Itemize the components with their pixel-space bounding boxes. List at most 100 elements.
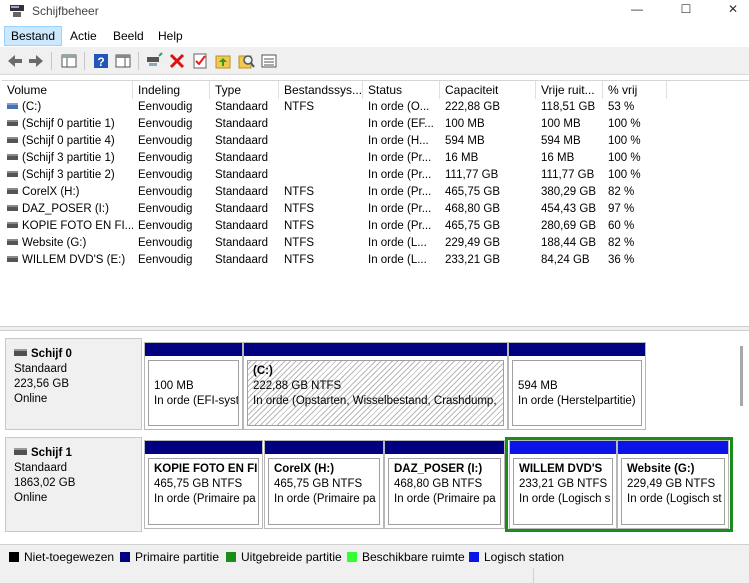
partition-body: DAZ_POSER (I:) 468,80 GB NTFS In orde (P… bbox=[388, 458, 501, 525]
table-cell: Eenvoudig bbox=[138, 118, 193, 130]
table-cell: 100 % bbox=[608, 169, 641, 181]
connect-icon[interactable] bbox=[145, 52, 163, 70]
partition-size: 229,49 GB NTFS bbox=[627, 478, 716, 490]
legend-item-primary: Primaire partitie bbox=[120, 550, 219, 564]
volume-icon bbox=[7, 136, 18, 143]
column-header-vrije-ruimte[interactable]: Vrije ruit... bbox=[536, 81, 603, 99]
table-cell: 100 MB bbox=[541, 118, 581, 130]
console-tree-icon[interactable] bbox=[60, 52, 78, 70]
primary-partition-bar bbox=[145, 343, 242, 356]
table-cell: 594 MB bbox=[541, 135, 581, 147]
volume-list[interactable]: Volume Indeling Type Bestandssys... Stat… bbox=[2, 80, 749, 324]
table-cell: 111,77 GB bbox=[445, 169, 499, 181]
menu-help[interactable]: Help bbox=[152, 26, 189, 46]
column-header-capaciteit[interactable]: Capaciteit bbox=[440, 81, 536, 99]
table-cell: In orde (L... bbox=[368, 254, 427, 266]
vertical-scrollbar[interactable] bbox=[740, 346, 743, 406]
table-cell: 229,49 GB bbox=[445, 237, 500, 249]
toolbar-separator bbox=[51, 52, 52, 70]
table-cell: 454,43 GB bbox=[541, 203, 596, 215]
table-cell: Eenvoudig bbox=[138, 220, 193, 232]
table-cell: CorelX (H:) bbox=[2, 184, 133, 201]
menu-bestand[interactable]: Bestand bbox=[4, 26, 63, 46]
table-cell: 118,51 GB bbox=[541, 101, 596, 113]
column-header-procent-vrij[interactable]: % vrij bbox=[603, 81, 667, 99]
partition-c[interactable]: (C:) 222,88 GB NTFS In orde (Opstarten, … bbox=[243, 342, 508, 430]
table-row[interactable]: (Schijf 3 partitie 2) Eenvoudig Standaard I… bbox=[2, 167, 749, 184]
properties-icon[interactable] bbox=[191, 52, 209, 70]
disk-size: 223,56 GB bbox=[14, 378, 69, 390]
primary-partition-bar bbox=[145, 441, 262, 454]
column-header-type[interactable]: Type bbox=[210, 81, 279, 99]
disk-management-icon bbox=[10, 5, 24, 17]
partition-daz-poser[interactable]: DAZ_POSER (I:) 468,80 GB NTFS In orde (P… bbox=[384, 440, 505, 529]
column-header-indeling[interactable]: Indeling bbox=[133, 81, 210, 99]
table-cell: 465,75 GB bbox=[445, 186, 500, 198]
table-cell: 60 % bbox=[608, 220, 635, 232]
partition-corelx[interactable]: CorelX (H:) 465,75 GB NTFS In orde (Prim… bbox=[264, 440, 384, 529]
list-icon[interactable] bbox=[260, 52, 278, 70]
volume-icon bbox=[7, 221, 18, 228]
folder-up-icon[interactable] bbox=[214, 52, 232, 70]
column-header-volume[interactable]: Volume bbox=[2, 81, 133, 99]
table-cell: (C:) bbox=[2, 99, 133, 116]
table-cell: Standaard bbox=[215, 152, 269, 164]
table-row[interactable]: Website (G:) Eenvoudig Standaard NTFS In ord… bbox=[2, 235, 749, 252]
column-header-status[interactable]: Status bbox=[363, 81, 440, 99]
table-row[interactable]: KOPIE FOTO EN FI... Eenvoudig Standaard NTF… bbox=[2, 218, 749, 235]
disk-size: 1863,02 GB bbox=[14, 477, 76, 489]
disk-1-label[interactable]: Schijf 1 Standaard 1863,02 GB Online bbox=[5, 437, 142, 532]
table-cell: 468,80 GB bbox=[445, 203, 500, 215]
table-cell: Eenvoudig bbox=[138, 152, 193, 164]
table-row[interactable]: CorelX (H:) Eenvoudig Standaard NTFS In orde… bbox=[2, 184, 749, 201]
partition-website[interactable]: Website (G:) 229,49 GB NTFS In orde (Log… bbox=[617, 440, 729, 529]
partition-name: KOPIE FOTO EN FIL bbox=[154, 463, 259, 475]
delete-icon[interactable] bbox=[168, 52, 186, 70]
table-cell: Standaard bbox=[215, 135, 269, 147]
menu-bar: Bestand Actie Beeld Help bbox=[0, 25, 749, 46]
disk-0-label[interactable]: Schijf 0 Standaard 223,56 GB Online bbox=[5, 338, 142, 430]
disk-state: Online bbox=[14, 492, 48, 504]
table-row[interactable]: (Schijf 3 partitie 1) Eenvoudig Standaard I… bbox=[2, 150, 749, 167]
minimize-button[interactable]: — bbox=[622, 2, 652, 20]
search-icon[interactable] bbox=[237, 52, 255, 70]
help-icon[interactable]: ? bbox=[92, 52, 110, 70]
table-cell bbox=[279, 150, 363, 167]
table-cell: 100 % bbox=[608, 118, 641, 130]
table-cell: Standaard bbox=[215, 237, 269, 249]
table-cell: (Schijf 3 partitie 1) bbox=[2, 150, 133, 167]
partition-kopie-foto[interactable]: KOPIE FOTO EN FIL 465,75 GB NTFS In orde… bbox=[144, 440, 263, 529]
table-cell: 100 % bbox=[608, 135, 641, 147]
partition-willem-dvds[interactable]: WILLEM DVD'S 233,21 GB NTFS In orde (Log… bbox=[509, 440, 617, 529]
column-header-bestandssysteem[interactable]: Bestandssys... bbox=[279, 81, 363, 99]
show-pane-icon[interactable] bbox=[114, 52, 132, 70]
table-cell: WILLEM DVD'S (E:) bbox=[2, 252, 133, 269]
table-cell: 594 MB bbox=[445, 135, 485, 147]
partition-body: (C:) 222,88 GB NTFS In orde (Opstarten, … bbox=[247, 360, 504, 426]
primary-partition-bar bbox=[509, 343, 645, 356]
close-button[interactable]: ✕ bbox=[718, 2, 748, 20]
table-row[interactable]: (Schijf 0 partitie 4) Eenvoudig Standaard I… bbox=[2, 133, 749, 150]
table-row[interactable]: (Schijf 0 partitie 1) Eenvoudig Standaard I… bbox=[2, 116, 749, 133]
back-icon[interactable] bbox=[6, 52, 24, 70]
maximize-button[interactable]: ☐ bbox=[671, 2, 701, 20]
toolbar-separator bbox=[138, 52, 139, 70]
partition-body: KOPIE FOTO EN FIL 465,75 GB NTFS In orde… bbox=[148, 458, 259, 525]
partition-body: WILLEM DVD'S 233,21 GB NTFS In orde (Log… bbox=[513, 458, 613, 525]
volume-icon bbox=[7, 153, 18, 160]
partition-herstel[interactable]: 594 MB In orde (Herstelpartitie) bbox=[508, 342, 646, 430]
table-cell: (Schijf 0 partitie 4) bbox=[2, 133, 133, 150]
menu-actie[interactable]: Actie bbox=[64, 26, 103, 46]
menu-beeld[interactable]: Beeld bbox=[107, 26, 150, 46]
table-row[interactable]: WILLEM DVD'S (E:) Eenvoudig Standaard NTFS I… bbox=[2, 252, 749, 269]
volume-icon bbox=[7, 170, 18, 177]
table-cell: (Schijf 0 partitie 1) bbox=[2, 116, 133, 133]
partition-efi[interactable]: 100 MB In orde (EFI-syst bbox=[144, 342, 243, 430]
table-row[interactable]: (C:) Eenvoudig Standaard NTFS In orde (O... 2… bbox=[2, 99, 749, 116]
volume-icon bbox=[7, 102, 18, 109]
volume-icon bbox=[7, 255, 18, 262]
table-row[interactable]: DAZ_POSER (I:) Eenvoudig Standaard NTFS In o… bbox=[2, 201, 749, 218]
forward-icon[interactable] bbox=[27, 52, 45, 70]
disk-icon bbox=[14, 349, 27, 357]
table-cell: KOPIE FOTO EN FI... bbox=[2, 218, 133, 235]
